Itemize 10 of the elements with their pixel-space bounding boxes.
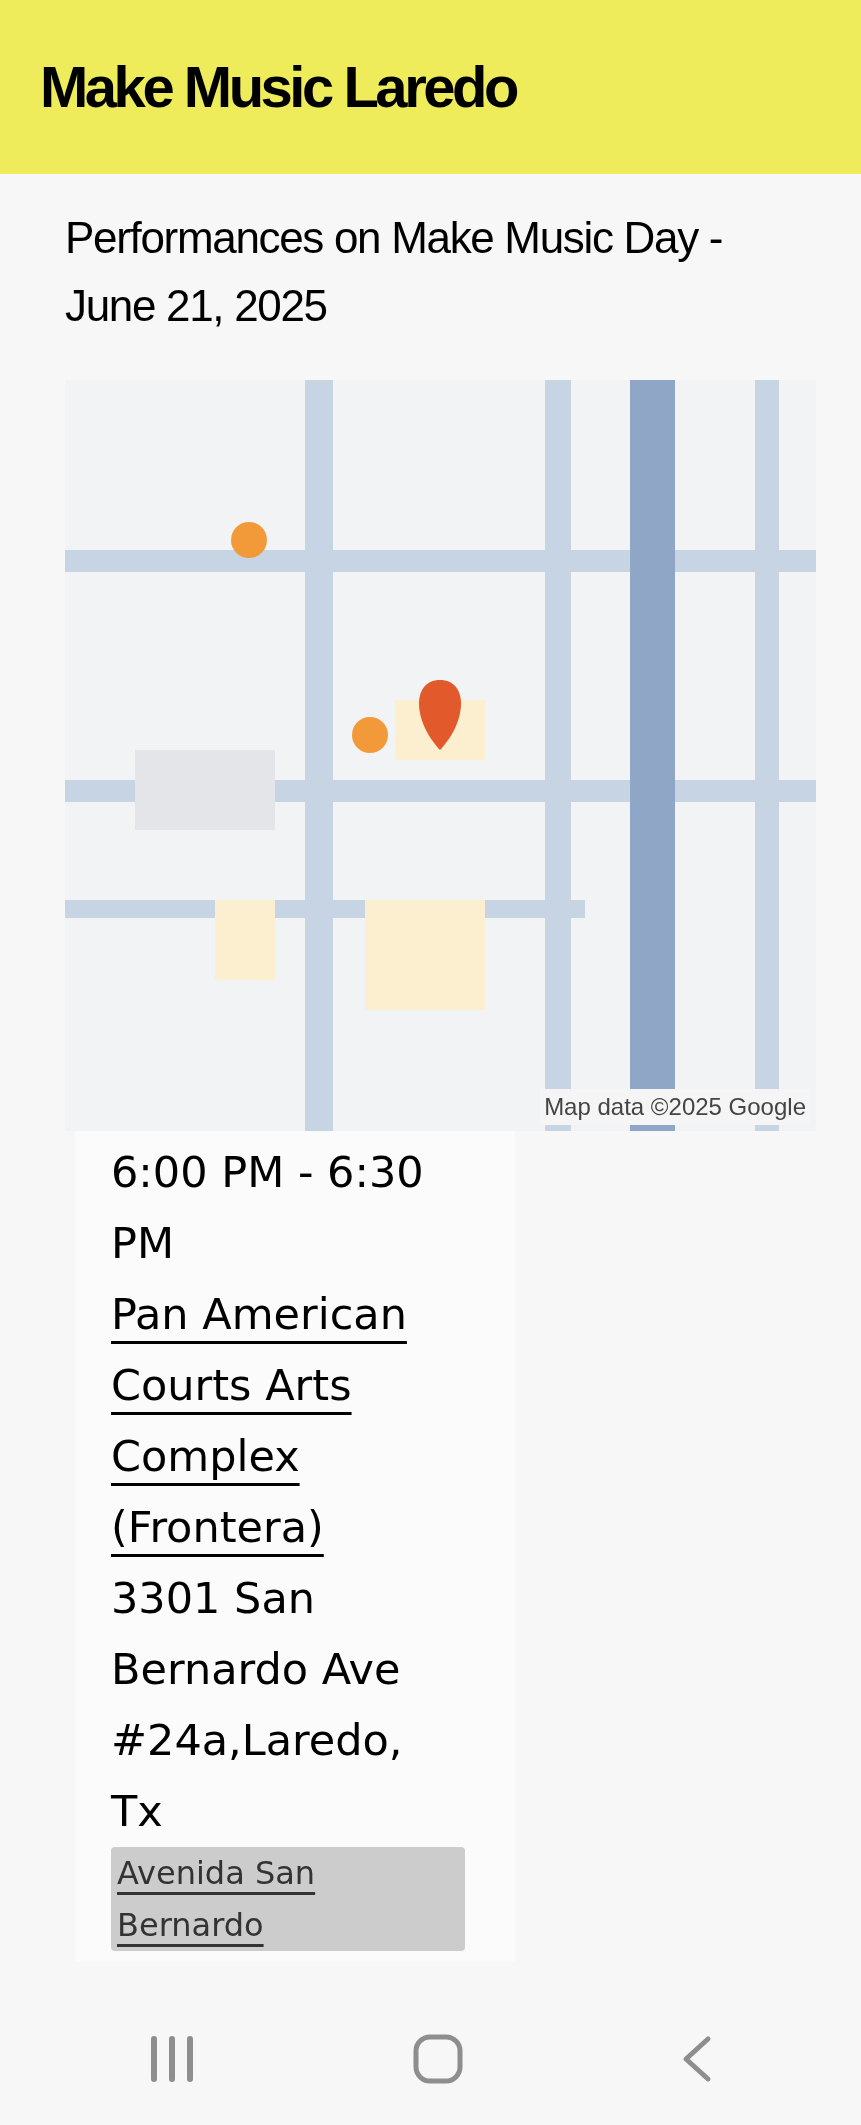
recent-apps-icon[interactable] [149, 2035, 196, 2083]
event-time: 6:00 PM - 6:30 PM [111, 1146, 425, 1271]
back-icon[interactable] [681, 2035, 712, 2083]
page-heading: Performances on Make Music Day - June 21, 2025 [65, 212, 724, 333]
event-address: 3301 San Bernardo Ave #24a,Laredo, Tx [111, 1572, 404, 1839]
street-tag[interactable]: Avenida San Bernardo [111, 1847, 465, 1952]
venue-link[interactable]: Pan American Courts Arts Complex (Frontera) [111, 1279, 465, 1564]
home-icon[interactable] [413, 2034, 464, 2084]
site-title[interactable]: Make Music Laredo [40, 58, 516, 116]
map-attribution: Map data ©2025 Google [540, 1089, 810, 1126]
